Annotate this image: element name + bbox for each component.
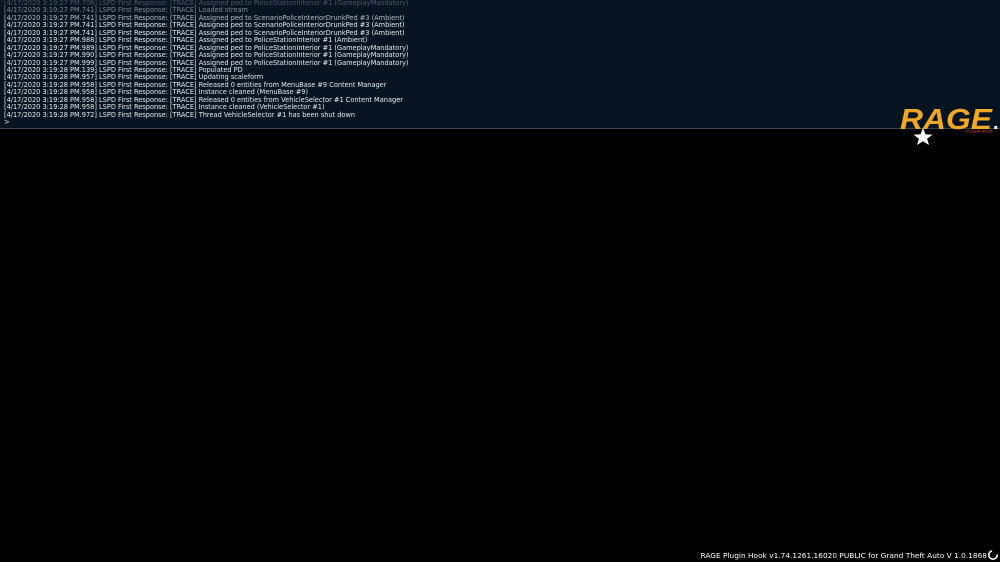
rage-plugin-hook-logo: RAGE . PLUGIN HOOK (900, 104, 999, 145)
game-screen: [4/17/2020 3:19:27 PM.708] LSPD First Re… (0, 0, 1000, 562)
logo-dot: . (993, 112, 999, 134)
version-footer: RAGE Plugin Hook v1.74.1261.16020 PUBLIC… (700, 551, 987, 560)
logo-sub-text: PLUGIN HOOK (966, 129, 993, 134)
console-input-prompt[interactable]: > (4, 118, 10, 126)
spinner-icon (988, 550, 998, 560)
console-panel[interactable]: [4/17/2020 3:19:27 PM.708] LSPD First Re… (0, 0, 1000, 129)
console-log: [4/17/2020 3:19:27 PM.708] LSPD First Re… (4, 0, 884, 119)
log-line: [4/17/2020 3:19:28 PM.972] LSPD First Re… (4, 110, 356, 119)
